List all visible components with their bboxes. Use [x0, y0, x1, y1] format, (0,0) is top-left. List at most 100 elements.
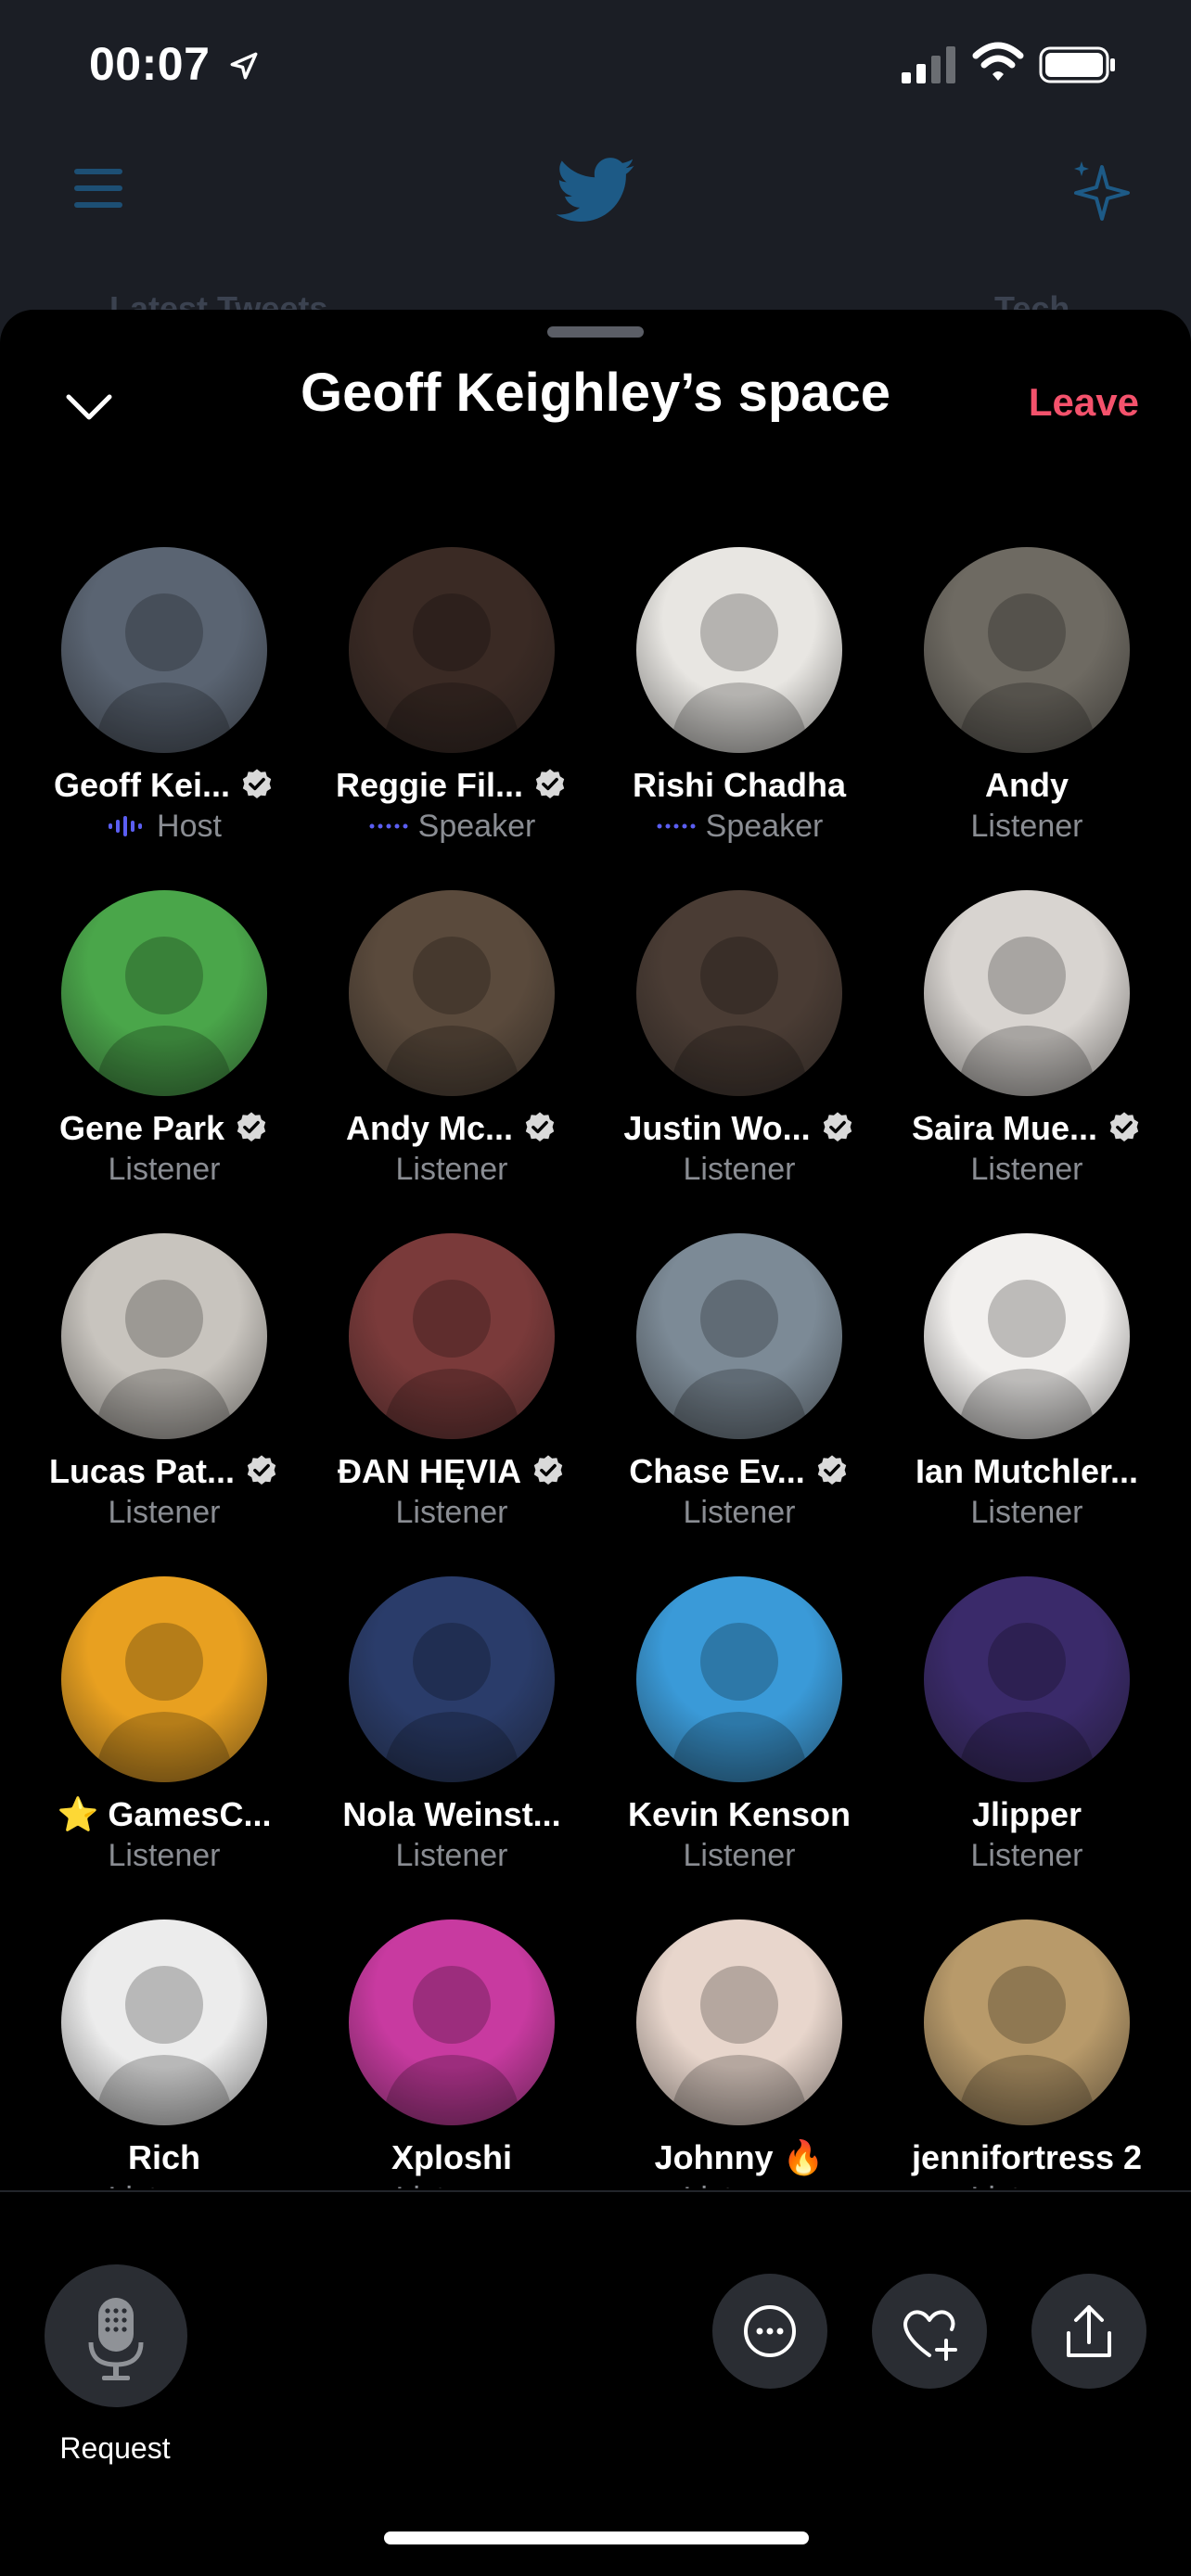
participant-role: Listener [20, 1152, 308, 1188]
menu-icon[interactable] [72, 165, 124, 211]
participant-tile[interactable]: Justin Wo... Listener [596, 890, 883, 1233]
avatar-silhouette [670, 937, 809, 1096]
participant-name-text: Lucas Pat... [48, 1452, 236, 1490]
participant-tile[interactable]: Geoff Kei... Host [20, 547, 308, 890]
participant-role: Listener [308, 1495, 596, 1531]
participant-name: Xploshi [308, 2138, 596, 2177]
verified-badge-icon [1109, 1112, 1139, 1142]
speaking-wave-icon [109, 816, 143, 837]
muted-wave-icon [657, 823, 696, 829]
verified-badge-icon [242, 769, 272, 799]
participant-role: Listener [20, 1495, 308, 1531]
verified-badge-icon [525, 1112, 555, 1142]
avatar[interactable] [61, 1919, 267, 2125]
avatar-silhouette [957, 593, 1096, 753]
avatar[interactable] [924, 1233, 1130, 1439]
participant-role-text: Listener [108, 1152, 221, 1187]
participant-name-text: Reggie Fil... [335, 766, 524, 804]
participant-tile[interactable]: Gene Park Listener [20, 890, 308, 1233]
leave-button[interactable]: Leave [1029, 380, 1139, 425]
avatar-silhouette [957, 1623, 1096, 1782]
participant-tile[interactable]: Kevin Kenson Listener [596, 1576, 883, 1919]
request-mic-button[interactable] [45, 2264, 187, 2407]
participant-role: Listener [883, 1495, 1171, 1531]
avatar[interactable] [924, 1576, 1130, 1782]
sheet-grabber[interactable] [547, 326, 644, 338]
participant-role-text: Host [157, 809, 222, 844]
participant-tile[interactable]: ĐAN HĘVIA Listener [308, 1233, 596, 1576]
verified-badge-icon [247, 1455, 276, 1486]
participant-tile[interactable]: Jlipper Listener [883, 1576, 1171, 1919]
sparkle-icon[interactable] [1065, 156, 1139, 230]
avatar-silhouette [957, 1280, 1096, 1439]
participant-tile[interactable]: Nola Weinst... Listener [308, 1576, 596, 1919]
status-bar: 00:07 [0, 0, 1191, 130]
participant-tile[interactable]: Chase Ev... Listener [596, 1233, 883, 1576]
verified-badge-icon [535, 769, 565, 799]
verified-badge-icon [823, 1112, 852, 1142]
participant-role: Listener [308, 1838, 596, 1874]
participant-tile[interactable]: Rich Listener [20, 1919, 308, 2188]
avatar[interactable] [636, 1919, 842, 2125]
participant-tile[interactable]: Reggie Fil... Speaker [308, 547, 596, 890]
avatar[interactable] [349, 1576, 555, 1782]
avatar[interactable] [61, 1233, 267, 1439]
avatar[interactable] [636, 547, 842, 753]
participant-tile[interactable]: Ian Mutchler... Listener [883, 1233, 1171, 1576]
more-button[interactable] [712, 2274, 827, 2389]
participant-name-text: Nola Weinst... [342, 1795, 561, 1833]
avatar[interactable] [924, 547, 1130, 753]
avatar-silhouette [95, 1623, 234, 1782]
share-button[interactable] [1031, 2274, 1146, 2389]
participant-role: Listener [596, 1495, 883, 1531]
participant-name: Jlipper [883, 1795, 1171, 1834]
participant-role-text: Listener [970, 1152, 1083, 1187]
participant-tile[interactable]: Saira Mue... Listener [883, 890, 1171, 1233]
more-icon [744, 2305, 796, 2357]
participant-role-text: Speaker [705, 809, 824, 844]
avatar[interactable] [349, 547, 555, 753]
participant-name-text: Kevin Kenson [627, 1795, 852, 1833]
participant-tile[interactable]: jennifortress 2 Listener [883, 1919, 1171, 2188]
avatar[interactable] [924, 890, 1130, 1096]
avatar-silhouette [670, 593, 809, 753]
avatar[interactable] [636, 1576, 842, 1782]
avatar-silhouette [382, 593, 521, 753]
avatar[interactable] [349, 1233, 555, 1439]
wifi-icon [972, 42, 1024, 81]
participant-tile[interactable]: Rishi Chadha Speaker [596, 547, 883, 890]
verified-badge-icon [817, 1455, 846, 1486]
avatar[interactable] [924, 1919, 1130, 2125]
participant-role-text: Listener [396, 2181, 508, 2188]
signal-icon [902, 46, 955, 83]
twitter-bird-icon [557, 158, 635, 222]
participant-name-text: Andy Mc... [345, 1109, 514, 1147]
participant-tile[interactable]: Andy Mc... Listener [308, 890, 596, 1233]
participant-tile[interactable]: Lucas Pat... Listener [20, 1233, 308, 1576]
participant-name: Saira Mue... [883, 1109, 1171, 1148]
avatar[interactable] [636, 1233, 842, 1439]
participant-role-text: Listener [395, 1495, 508, 1530]
avatar[interactable] [636, 890, 842, 1096]
participant-name: Kevin Kenson [596, 1795, 883, 1834]
avatar[interactable] [61, 890, 267, 1096]
participant-role-text: Listener [683, 1152, 796, 1187]
participant-role: Speaker [596, 809, 883, 845]
participant-name: Geoff Kei... [20, 766, 308, 805]
react-button[interactable] [872, 2274, 987, 2389]
avatar[interactable] [61, 547, 267, 753]
participant-tile[interactable]: Johnny 🔥 Listener [596, 1919, 883, 2188]
participant-name-text: Rishi Chadha [632, 766, 847, 804]
participant-tile[interactable]: ⭐ GamesC... Listener [20, 1576, 308, 1919]
status-time: 00:07 [89, 38, 211, 90]
avatar[interactable] [349, 890, 555, 1096]
heart-plus-icon [903, 2310, 957, 2361]
participant-tile[interactable]: Xploshi Listener [308, 1919, 596, 2188]
participant-role: Listener [596, 2181, 883, 2188]
avatar[interactable] [61, 1576, 267, 1782]
participant-tile[interactable]: Andy Listener [883, 547, 1171, 890]
chevron-down-icon[interactable] [61, 378, 117, 434]
avatar[interactable] [349, 1919, 555, 2125]
participant-name-text: Andy [985, 766, 1069, 804]
home-indicator[interactable] [384, 2531, 809, 2544]
